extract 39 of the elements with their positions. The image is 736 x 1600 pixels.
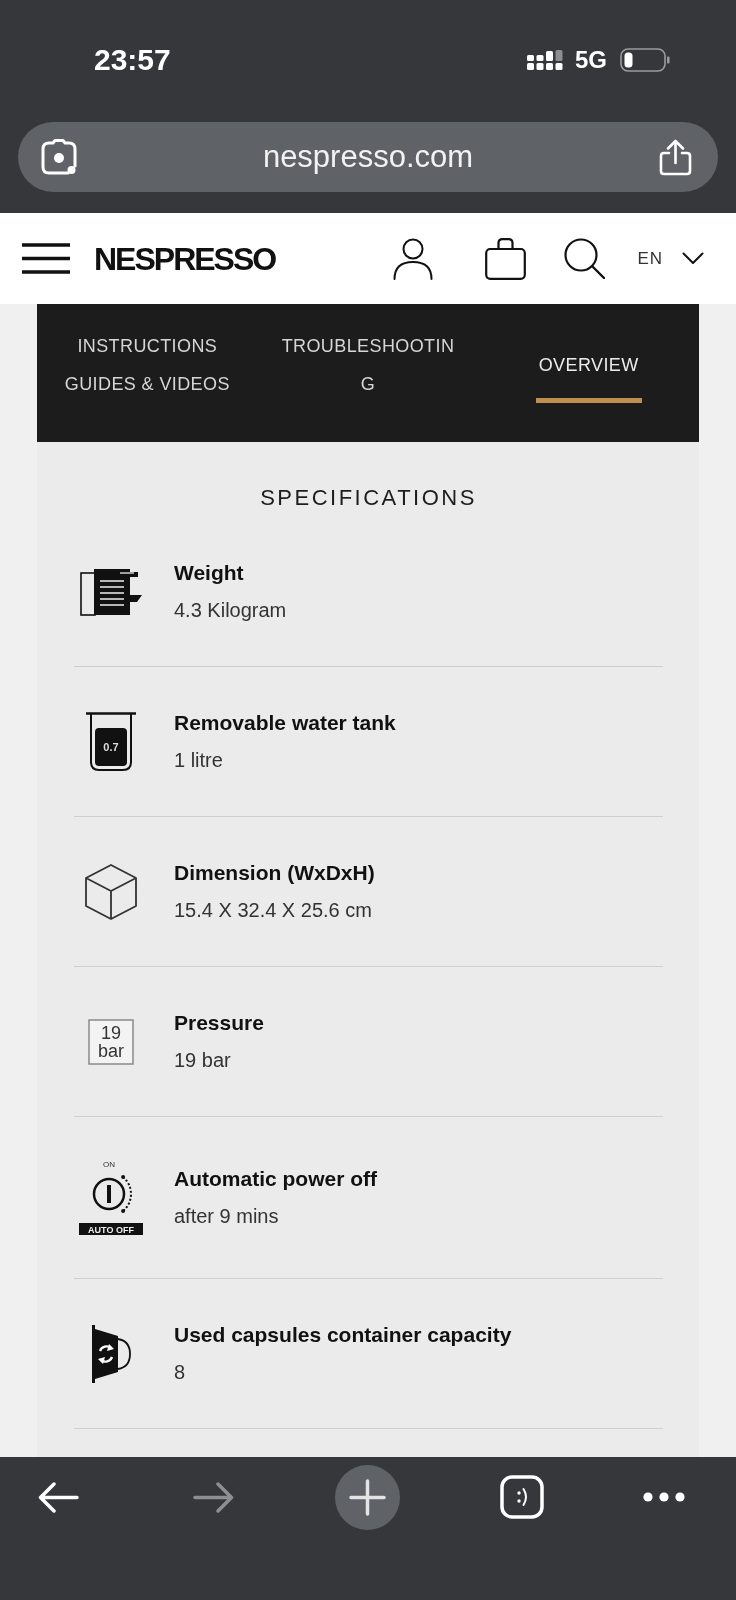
search-icon[interactable] — [564, 238, 606, 279]
section-title: SPECIFICATIONS — [260, 484, 477, 512]
spec-label: Pressure — [174, 1010, 264, 1036]
spec-value: 19 bar — [174, 1048, 231, 1073]
spec-value: 4.3 Kilogram — [174, 598, 287, 623]
spec-label: Used capsules container capacity — [174, 1322, 512, 1348]
pressure-icon: 19 bar — [88, 1018, 134, 1065]
tab[interactable]: TROUBLESHOOTIN G — [281, 327, 455, 403]
spec-label: Automatic power off — [174, 1166, 377, 1192]
address-field[interactable]: nespresso.com — [18, 122, 718, 192]
spec-value: after 9 mins — [174, 1204, 279, 1229]
coffee-machine-icon — [79, 567, 143, 616]
cube-icon — [85, 863, 137, 920]
share-icon[interactable] — [659, 138, 692, 176]
spec-label: Weight — [174, 560, 244, 586]
spec-value: 15.4 X 32.4 X 25.6 cm — [174, 898, 372, 923]
capsule-icon — [90, 1323, 132, 1384]
spec-value: 1 litre — [174, 748, 223, 773]
camera-scan-icon[interactable] — [41, 139, 77, 175]
tab[interactable]: OVERVIEW — [535, 327, 642, 403]
battery-icon — [620, 48, 670, 72]
url-text: nespresso.com — [262, 138, 474, 176]
more-icon[interactable] — [643, 1492, 685, 1502]
network-label: 5G — [575, 46, 607, 74]
tab[interactable]: INSTRUCTIONS GUIDES & VIDEOS — [64, 327, 230, 403]
spec-label: Removable water tank — [174, 710, 396, 736]
plus-icon[interactable] — [335, 1464, 400, 1530]
language-selector[interactable]: EN — [637, 248, 663, 269]
chevron-down-icon[interactable] — [682, 252, 704, 265]
signal-icon — [527, 50, 563, 70]
spec-value: 8 — [174, 1360, 186, 1385]
brand-logo[interactable]: NESPRESSO — [94, 240, 276, 277]
status-time: 23:57 — [94, 44, 171, 76]
left-arrow-icon[interactable] — [38, 1481, 79, 1513]
user-icon[interactable] — [393, 237, 434, 280]
menu-icon[interactable] — [22, 243, 70, 274]
bag-icon[interactable] — [485, 237, 527, 280]
smiley-square-icon[interactable] — [500, 1475, 544, 1519]
spec-label: Dimension (WxDxH) — [174, 860, 375, 886]
